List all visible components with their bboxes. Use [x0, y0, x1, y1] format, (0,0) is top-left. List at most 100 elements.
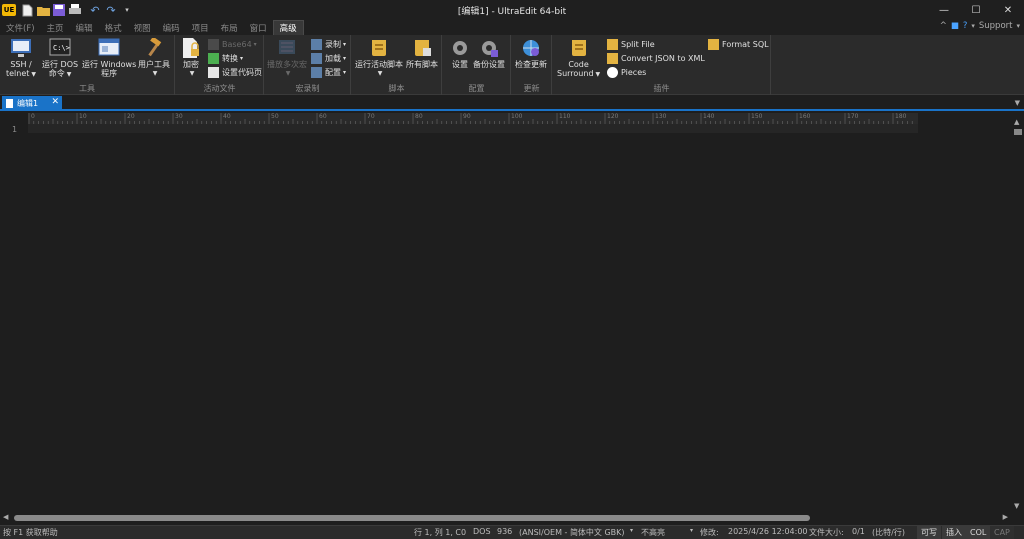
- group-label-script: 脚本: [388, 84, 405, 93]
- run-active-script-button[interactable]: 运行活动脚本 ▼: [355, 38, 403, 78]
- ribbon-tabs: 文件(F) 主页 编辑 格式 视图 编码 项目 布局 窗口 高级 ^ ■ ? ▾…: [0, 20, 1024, 35]
- load-label: 加载: [325, 54, 341, 63]
- tab-home[interactable]: 主页: [41, 20, 70, 35]
- horizontal-scroll-thumb[interactable]: [14, 515, 810, 521]
- maximize-button[interactable]: ☐: [960, 0, 992, 20]
- settings-button[interactable]: 设置: [449, 38, 471, 69]
- play-multiple-macro-button[interactable]: 播放多次宏 ▼: [267, 38, 307, 78]
- menu-right-area: ^ ■ ? ▾ Support ▾: [940, 21, 1020, 31]
- collapse-ribbon-icon[interactable]: ^: [940, 21, 947, 31]
- tab-file[interactable]: 文件(F): [0, 20, 41, 35]
- document-tab[interactable]: 编辑1 ✕: [2, 96, 62, 111]
- code-surround-button[interactable]: Code Surround ▼: [557, 38, 600, 79]
- base64-icon: [208, 39, 219, 50]
- window-title: [编辑1] - UltraEdit 64-bit: [457, 7, 567, 17]
- load-macro-button[interactable]: 加载 ▾: [311, 52, 346, 65]
- status-line-ending[interactable]: DOS: [473, 527, 491, 536]
- status-filesize-unit: (比特/行): [872, 528, 905, 537]
- save-icon[interactable]: [52, 3, 66, 17]
- camera-icon[interactable]: ■: [951, 21, 959, 31]
- run-dos-button[interactable]: C:\> 运行 DOS 命令 ▼: [42, 38, 78, 79]
- record-macro-button[interactable]: 录制 ▾: [311, 38, 346, 51]
- convert-button[interactable]: 转换 ▾: [208, 52, 243, 65]
- scroll-left-icon[interactable]: ◀: [3, 513, 8, 521]
- run-active-caret-icon: ▼: [377, 70, 383, 77]
- group-label-plugins: 插件: [653, 84, 670, 93]
- ruler-label: 70: [367, 113, 375, 120]
- customize-qat-icon[interactable]: ▾: [120, 3, 134, 17]
- configure-macro-button[interactable]: 配置 ▾: [311, 66, 346, 79]
- tab-project[interactable]: 项目: [186, 20, 215, 35]
- json-to-xml-label: Convert JSON to XML: [621, 54, 705, 63]
- dos-console-icon: C:\>: [49, 38, 71, 56]
- encrypt-button[interactable]: 加密 ▼: [180, 38, 202, 78]
- set-codepage-button[interactable]: 设置代码页: [208, 66, 262, 79]
- status-position[interactable]: 行 1, 列 1, C0: [414, 527, 466, 538]
- tab-layout[interactable]: 布局: [215, 20, 244, 35]
- support-link[interactable]: Support: [979, 21, 1013, 31]
- format-sql-button[interactable]: Format SQL: [708, 38, 769, 51]
- base64-label: Base64: [222, 40, 252, 49]
- ruler-label: 120: [607, 113, 619, 120]
- pieces-button[interactable]: Pieces: [607, 66, 646, 79]
- status-highlight[interactable]: 不高亮: [641, 527, 665, 538]
- editor-area[interactable]: 0 10 20 30 40 50 60 70 80 90 100 110 120 130 140 150 160…: [0, 113, 1024, 524]
- help-icon[interactable]: ?: [963, 21, 968, 31]
- ruler-label: 90: [463, 113, 471, 120]
- tab-advanced[interactable]: 高级: [272, 20, 304, 35]
- support-dropdown-icon[interactable]: ▾: [971, 22, 975, 30]
- tab-window[interactable]: 窗口: [244, 20, 273, 35]
- ruler-label: 130: [655, 113, 667, 120]
- check-updates-button[interactable]: 检查更新: [515, 38, 547, 69]
- json-to-xml-button[interactable]: Convert JSON to XML: [607, 52, 705, 65]
- split-file-button[interactable]: Split File: [607, 38, 655, 51]
- line-number-gutter: 1: [0, 124, 24, 512]
- new-file-icon[interactable]: [20, 3, 34, 17]
- backup-settings-button[interactable]: 备份设置: [473, 38, 505, 69]
- run-windows-button[interactable]: 运行 Windows 程序: [82, 38, 136, 78]
- gear-icon: [453, 41, 467, 55]
- pieces-icon: [607, 67, 618, 78]
- scroll-right-icon[interactable]: ▶: [1003, 513, 1008, 521]
- column-ruler: 0 10 20 30 40 50 60 70 80 90 100 110 120 130 140 150 160…: [28, 113, 918, 124]
- ssh-telnet-button[interactable]: SSH / telnet ▼: [6, 38, 36, 79]
- horizontal-scrollbar[interactable]: ◀ ▶: [0, 512, 1024, 524]
- record-icon: [311, 39, 322, 50]
- open-folder-icon[interactable]: [36, 3, 50, 17]
- print-icon[interactable]: [68, 3, 82, 17]
- status-insert-mode[interactable]: 插入: [942, 526, 966, 539]
- vertical-scroll-thumb[interactable]: [1014, 129, 1022, 135]
- status-writable[interactable]: 可写: [917, 526, 941, 539]
- base64-button[interactable]: Base64 ▾: [208, 38, 257, 51]
- highlight-dropdown-icon[interactable]: ▾: [690, 527, 693, 534]
- tab-list-dropdown-icon[interactable]: ▼: [1015, 99, 1020, 107]
- vertical-scrollbar[interactable]: ▲ ▼: [1012, 113, 1024, 512]
- set-codepage-label: 设置代码页: [222, 68, 262, 77]
- close-button[interactable]: ✕: [992, 0, 1024, 20]
- app-logo[interactable]: UE: [2, 4, 16, 16]
- tab-format[interactable]: 格式: [99, 20, 128, 35]
- scroll-up-icon[interactable]: ▲: [1014, 118, 1019, 126]
- redo-icon[interactable]: ↷: [104, 3, 118, 17]
- codepage-dropdown-icon[interactable]: ▾: [630, 527, 633, 534]
- group-script: 运行活动脚本 ▼ 所有脚本 脚本: [352, 35, 442, 95]
- all-scripts-button[interactable]: 所有脚本: [406, 38, 438, 69]
- ruler-label: 170: [847, 113, 859, 120]
- status-codepage-num[interactable]: 936: [497, 527, 512, 536]
- close-tab-icon[interactable]: ✕: [51, 97, 59, 107]
- status-col-mode[interactable]: COL: [966, 526, 991, 539]
- minimize-button[interactable]: —: [928, 0, 960, 20]
- status-codepage[interactable]: (ANSI/OEM - 简体中文 GBK): [519, 527, 625, 538]
- tab-encoding[interactable]: 编码: [157, 20, 186, 35]
- ssh-label-2: telnet ▼: [6, 69, 37, 78]
- user-tools-button[interactable]: 用户工具 ▼: [138, 38, 170, 78]
- ruler-ticks: [28, 113, 913, 124]
- status-help-text: 按 F1 获取帮助: [3, 528, 58, 537]
- ruler-label: 110: [559, 113, 571, 120]
- scroll-down-icon[interactable]: ▼: [1014, 502, 1019, 510]
- tab-view[interactable]: 视图: [128, 20, 157, 35]
- tab-edit[interactable]: 编辑: [70, 20, 99, 35]
- backup-settings-label: 备份设置: [473, 60, 505, 69]
- undo-icon[interactable]: ↶: [88, 3, 102, 17]
- support-caret-icon[interactable]: ▾: [1016, 22, 1020, 30]
